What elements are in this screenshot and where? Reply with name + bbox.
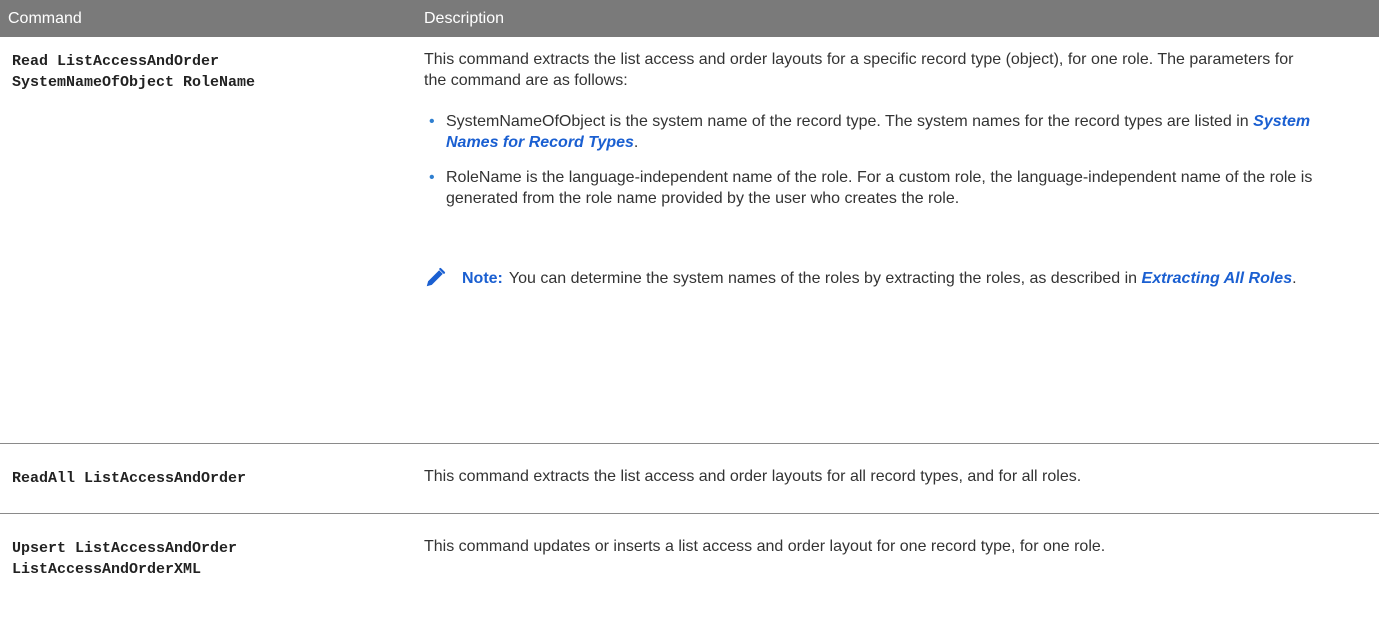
bullet-icon: • (429, 113, 435, 130)
parameter-text-end: . (633, 134, 639, 151)
description-text: This command extracts the list access an… (424, 51, 1294, 89)
table-row: ReadAll ListAccessAndOrder This command … (0, 444, 1379, 514)
description-cell: This command extracts the list access an… (424, 37, 1379, 443)
link-extracting-all-roles[interactable]: Extracting All Roles (1142, 270, 1293, 287)
command-table: Command Description Read ListAccessAndOr… (0, 0, 1379, 629)
command-text-line: Upsert ListAccessAndOrder (12, 540, 238, 557)
description-text: This command updates or inserts a list a… (424, 538, 1106, 555)
command-text-line: Read ListAccessAndOrder (12, 53, 220, 70)
description-cell: This command updates or inserts a list a… (424, 514, 1379, 629)
table-header: Command Description (0, 0, 1379, 37)
table-row: Upsert ListAccessAndOrder ListAccessAndO… (0, 514, 1379, 629)
parameter-text: RoleName is the language-independent nam… (446, 169, 1313, 207)
note-text-end: . (1292, 270, 1297, 287)
list-item: • SystemNameOfObject is the system name … (424, 111, 1319, 153)
command-text-line: ListAccessAndOrderXML (12, 561, 202, 578)
parameter-list: • SystemNameOfObject is the system name … (424, 111, 1319, 209)
note-label: Note: (462, 270, 503, 287)
command-cell: Read ListAccessAndOrder SystemNameOfObje… (0, 37, 424, 443)
note-text: You can determine the system names of th… (508, 270, 1142, 287)
command-cell: Upsert ListAccessAndOrder ListAccessAndO… (0, 514, 424, 629)
pencil-icon (426, 267, 446, 287)
table-row: Read ListAccessAndOrder SystemNameOfObje… (0, 37, 1379, 444)
note-block: Note: You can determine the system names … (424, 267, 1319, 289)
parameter-text: SystemNameOfObject is the system name of… (446, 113, 1254, 130)
command-cell: ReadAll ListAccessAndOrder (0, 444, 424, 513)
column-header-command: Command (8, 9, 82, 27)
bullet-icon: • (429, 169, 435, 186)
description-cell: This command extracts the list access an… (424, 444, 1379, 513)
list-item: • RoleName is the language-independent n… (424, 167, 1319, 209)
command-text-line: ReadAll ListAccessAndOrder (12, 470, 247, 487)
description-text: This command extracts the list access an… (424, 468, 1082, 485)
column-header-description: Description (424, 9, 505, 27)
command-text-line: SystemNameOfObject RoleName (12, 74, 256, 91)
